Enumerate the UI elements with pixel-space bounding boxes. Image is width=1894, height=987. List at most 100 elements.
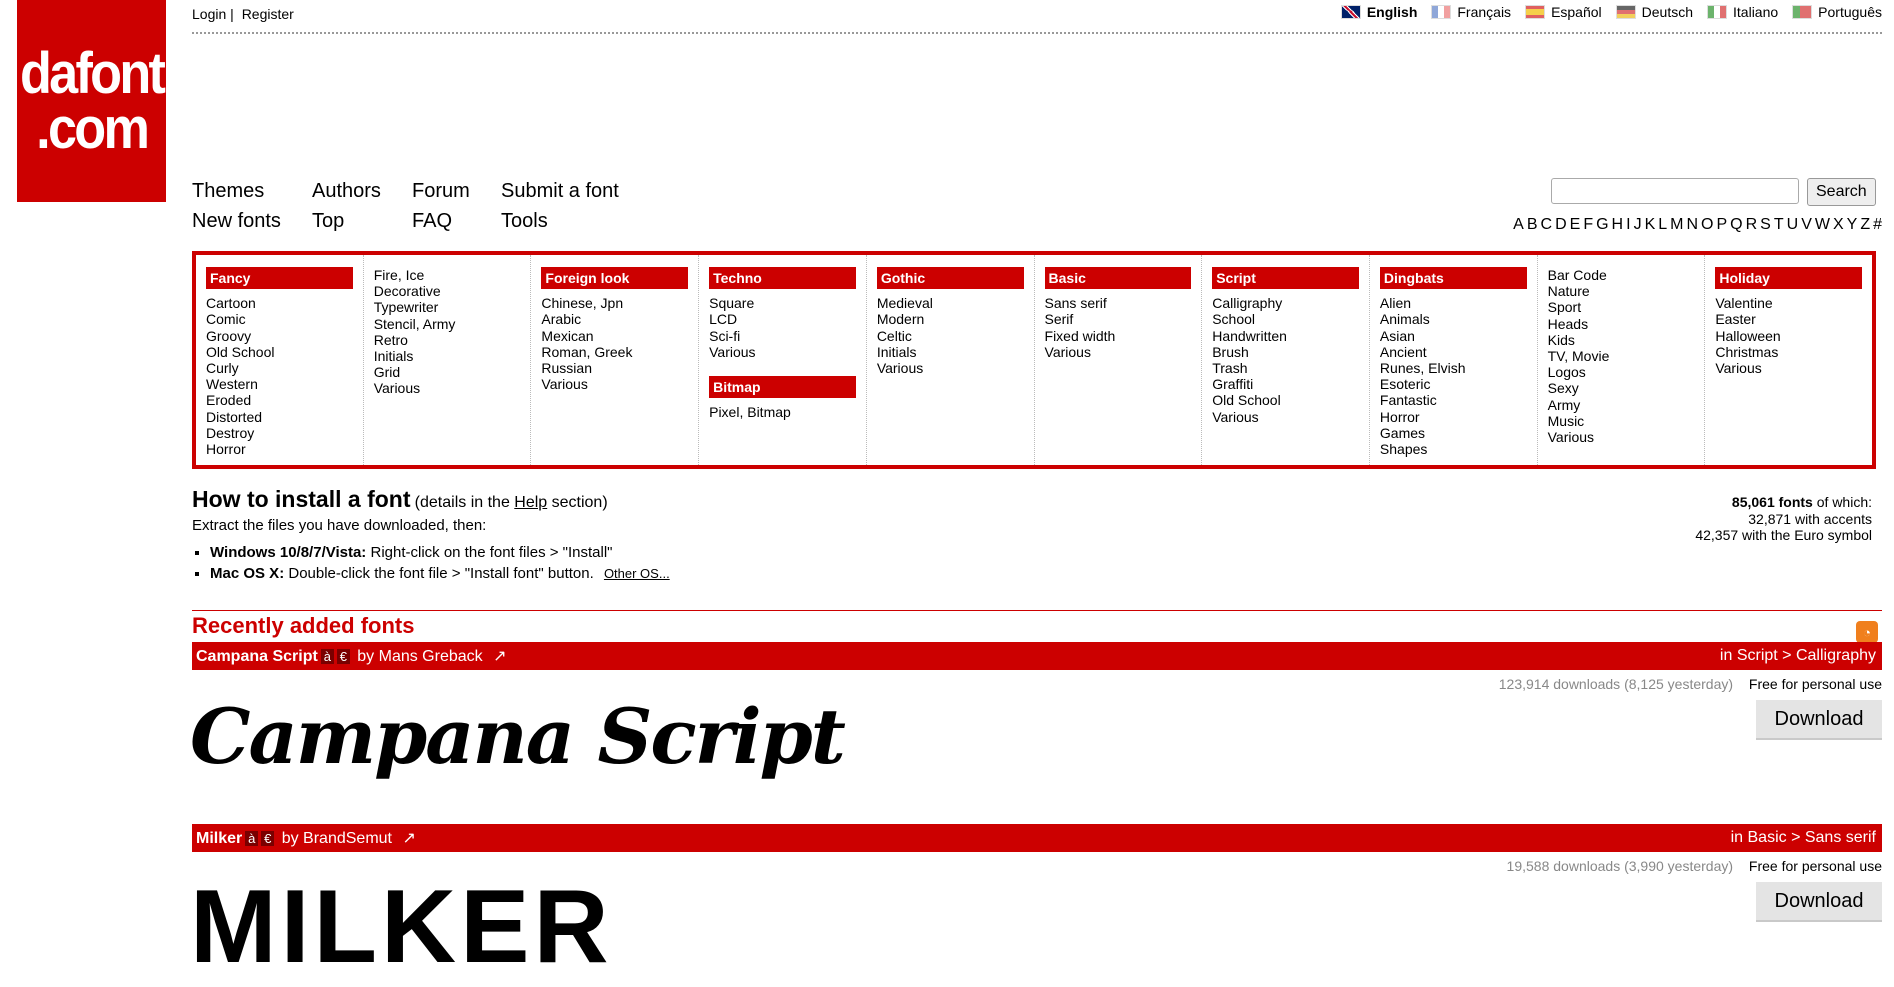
category-head-basic[interactable]: Basic	[1044, 267, 1192, 290]
category-link[interactable]: Chinese, Jpn	[541, 295, 688, 311]
category-link[interactable]: Army	[1548, 397, 1695, 413]
category-link[interactable]: Retro	[374, 332, 521, 348]
category-link[interactable]: Esoteric	[1380, 376, 1527, 392]
author-link[interactable]: by BrandSemut	[282, 830, 392, 847]
category-link[interactable]: Typewriter	[374, 299, 521, 315]
category-link[interactable]: Curly	[206, 360, 353, 376]
category-link[interactable]: Distorted	[206, 409, 353, 425]
alphabet-letter-link[interactable]: P	[1716, 216, 1727, 234]
alphabet-letter-link[interactable]: X	[1833, 216, 1844, 234]
category-link[interactable]: Roman, Greek	[541, 344, 688, 360]
category-link[interactable]: Heads	[1548, 316, 1695, 332]
category-link[interactable]: Various	[541, 376, 688, 392]
category-link[interactable]: Bar Code	[1548, 267, 1695, 283]
alphabet-letter-link[interactable]: E	[1570, 216, 1581, 234]
category-link[interactable]: Various	[1715, 360, 1862, 376]
category-link[interactable]: Medieval	[877, 295, 1024, 311]
register-link[interactable]: Register	[242, 6, 294, 22]
category-link[interactable]: Various	[1212, 409, 1359, 425]
category-head-techno[interactable]: Techno	[709, 267, 856, 290]
category-link[interactable]: TV, Movie	[1548, 348, 1695, 364]
alphabet-letter-link[interactable]: O	[1701, 216, 1713, 234]
alphabet-letter-link[interactable]: G	[1596, 216, 1608, 234]
alphabet-letter-link[interactable]: Q	[1730, 216, 1742, 234]
lang-portugues[interactable]: Português	[1792, 4, 1882, 20]
category-link[interactable]: Old School	[206, 344, 353, 360]
alphabet-letter-link[interactable]: V	[1801, 216, 1812, 234]
font-category-link[interactable]: in Script > Calligraphy	[1720, 647, 1876, 665]
category-link[interactable]: Pixel, Bitmap	[709, 404, 856, 420]
category-link[interactable]: Various	[709, 344, 856, 360]
category-link[interactable]: Various	[877, 360, 1024, 376]
category-head-script[interactable]: Script	[1212, 267, 1359, 290]
alphabet-letter-link[interactable]: N	[1686, 216, 1698, 234]
category-link[interactable]: Runes, Elvish	[1380, 360, 1527, 376]
rss-icon[interactable]: ◔	[1856, 621, 1878, 643]
search-input[interactable]	[1551, 178, 1799, 204]
nav-top[interactable]: Top	[312, 210, 344, 233]
category-link[interactable]: LCD	[709, 311, 856, 327]
category-link[interactable]: Initials	[877, 344, 1024, 360]
category-link[interactable]: Modern	[877, 311, 1024, 327]
category-link[interactable]: Destroy	[206, 425, 353, 441]
category-link[interactable]: Alien	[1380, 295, 1527, 311]
category-link[interactable]: School	[1212, 311, 1359, 327]
alphabet-letter-link[interactable]: Z	[1860, 216, 1870, 234]
category-link[interactable]: Russian	[541, 360, 688, 376]
nav-tools[interactable]: Tools	[501, 210, 548, 233]
alphabet-letter-link[interactable]: K	[1645, 216, 1656, 234]
alphabet-letter-link[interactable]: A	[1513, 216, 1524, 234]
category-link[interactable]: Logos	[1548, 364, 1695, 380]
category-link[interactable]: Horror	[1380, 409, 1527, 425]
category-link[interactable]: Calligraphy	[1212, 295, 1359, 311]
author-link[interactable]: by Mans Greback	[357, 648, 482, 665]
lang-espanol[interactable]: Español	[1525, 4, 1602, 20]
alphabet-letter-link[interactable]: C	[1541, 216, 1553, 234]
category-link[interactable]: Sexy	[1548, 380, 1695, 396]
alphabet-letter-link[interactable]: R	[1746, 216, 1758, 234]
category-link[interactable]: Sans serif	[1045, 295, 1192, 311]
alphabet-letter-link[interactable]: Y	[1847, 216, 1858, 234]
nav-authors[interactable]: Authors	[312, 180, 381, 203]
alphabet-letter-link[interactable]: I	[1626, 216, 1630, 234]
category-link[interactable]: Serif	[1045, 311, 1192, 327]
category-link[interactable]: Eroded	[206, 392, 353, 408]
login-link[interactable]: Login	[192, 6, 226, 22]
external-link-icon[interactable]: ↗	[402, 830, 415, 847]
category-link[interactable]: Brush	[1212, 344, 1359, 360]
font-preview[interactable]: Campana Script	[190, 692, 846, 781]
lang-francais[interactable]: Français	[1431, 4, 1511, 20]
category-link[interactable]: Decorative	[374, 283, 521, 299]
lang-deutsch[interactable]: Deutsch	[1615, 4, 1693, 20]
category-link[interactable]: Groovy	[206, 328, 353, 344]
category-link[interactable]: Various	[1045, 344, 1192, 360]
category-link[interactable]: Easter	[1715, 311, 1862, 327]
alphabet-letter-link[interactable]: B	[1527, 216, 1538, 234]
alphabet-letter-link[interactable]: F	[1583, 216, 1593, 234]
alphabet-letter-link[interactable]: T	[1774, 216, 1784, 234]
category-link[interactable]: Sci-fi	[709, 328, 856, 344]
category-link[interactable]: Music	[1548, 413, 1695, 429]
category-link[interactable]: Celtic	[877, 328, 1024, 344]
alphabet-letter-link[interactable]: W	[1815, 216, 1830, 234]
category-link[interactable]: Initials	[374, 348, 521, 364]
category-link[interactable]: Western	[206, 376, 353, 392]
nav-forum[interactable]: Forum	[412, 180, 470, 203]
category-head-gothic[interactable]: Gothic	[876, 267, 1024, 290]
alphabet-letter-link[interactable]: #	[1873, 216, 1882, 234]
category-head-holiday[interactable]: Holiday	[1715, 267, 1863, 290]
alphabet-letter-link[interactable]: U	[1787, 216, 1799, 234]
category-link[interactable]: Sport	[1548, 299, 1695, 315]
alphabet-letter-link[interactable]: L	[1658, 216, 1667, 234]
category-link[interactable]: Animals	[1380, 311, 1527, 327]
category-link[interactable]: Square	[709, 295, 856, 311]
category-link[interactable]: Fixed width	[1045, 328, 1192, 344]
category-link[interactable]: Fantastic	[1380, 392, 1527, 408]
download-button[interactable]: Download	[1756, 882, 1882, 922]
category-link[interactable]: Halloween	[1715, 328, 1862, 344]
category-link[interactable]: Cartoon	[206, 295, 353, 311]
category-link[interactable]: Graffiti	[1212, 376, 1359, 392]
category-link[interactable]: Various	[1548, 429, 1695, 445]
category-link[interactable]: Nature	[1548, 283, 1695, 299]
search-button[interactable]: Search	[1807, 178, 1876, 206]
